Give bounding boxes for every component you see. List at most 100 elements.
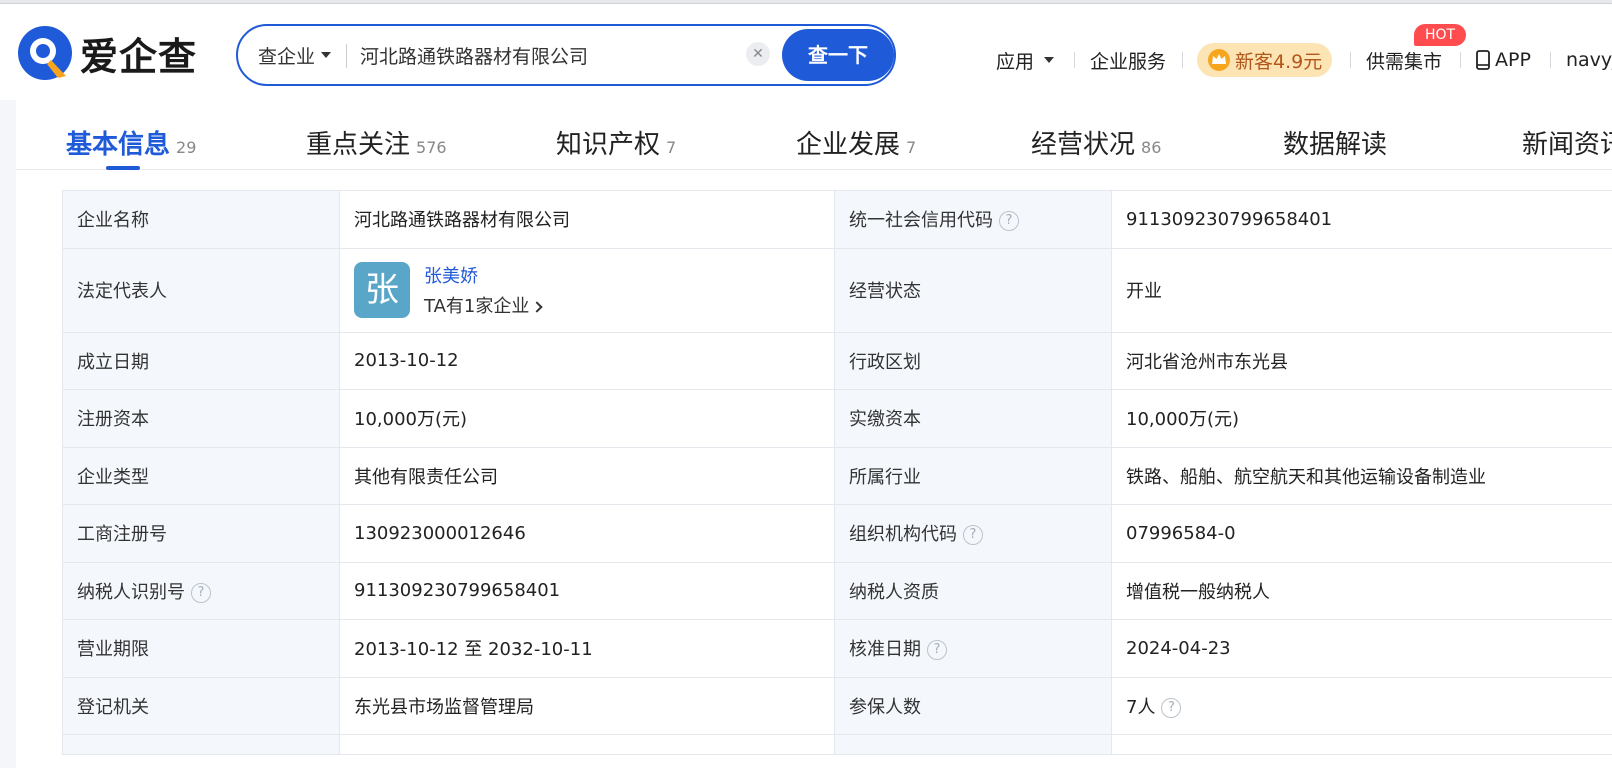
legal-rep-companies-link[interactable]: TA有1家企业: [424, 292, 544, 318]
tab-bar: 基本信息 29 重点关注 576 知识产权 7 企业发展 7 经营状况 86 数…: [16, 100, 1612, 170]
nav-divider: [1074, 52, 1075, 68]
field-label: 核准日期: [849, 639, 921, 661]
field-value: 增值税一般纳税人: [1111, 561, 1612, 620]
table-row: 注册资本 10,000万(元) 实缴资本 10,000万(元): [62, 389, 1612, 448]
nav-promo-label: 新客4.9元: [1235, 50, 1323, 73]
search-box: 查企业 ✕ 查一下: [236, 24, 960, 86]
tab-count: 29: [176, 138, 197, 157]
table-row-partial: [62, 734, 1612, 755]
legal-rep-info: 张美娇 TA有1家企业: [424, 262, 544, 318]
tab-label: 数据解读: [1283, 130, 1388, 160]
field-label: 注册资本: [62, 389, 340, 448]
tab-label: 重点关注: [306, 130, 411, 160]
question-icon[interactable]: ?: [963, 525, 983, 546]
main-content: 基本信息 29 重点关注 576 知识产权 7 企业发展 7 经营状况 86 数…: [16, 100, 1612, 768]
table-row: 法定代表人 张 张美娇 TA有1家企业 经营状态 开业: [62, 247, 1612, 333]
field-value: 911309230799658401: [339, 561, 835, 620]
field-value: 10,000万(元): [1111, 389, 1612, 448]
brand-logo[interactable]: 爱企查: [16, 24, 197, 82]
search-type-select[interactable]: 查企业: [258, 26, 332, 84]
field-value: 07996584-0: [1111, 504, 1612, 563]
logo-q-icon: [18, 26, 72, 80]
nav-app-label: APP: [1495, 49, 1531, 71]
tab-basic-info[interactable]: 基本信息 29: [66, 124, 196, 161]
avatar[interactable]: 张: [354, 262, 410, 318]
question-icon[interactable]: ?: [927, 640, 947, 661]
legal-rep-cell: 张 张美娇 TA有1家企业: [339, 247, 835, 333]
chevron-right-icon: [531, 301, 544, 313]
nav-apps[interactable]: 应用: [996, 40, 1055, 80]
field-value-empty: [339, 734, 835, 755]
tab-count: 7: [906, 138, 917, 157]
field-value: 其他有限责任公司: [339, 446, 835, 505]
tab-news[interactable]: 新闻资讯: [1522, 124, 1612, 161]
tab-operations[interactable]: 经营状况 86: [1031, 124, 1161, 161]
caret-down-icon: [1044, 57, 1055, 63]
field-label: 登记机关: [62, 676, 340, 735]
legal-rep-companies-label: TA有1家企业: [424, 296, 530, 317]
legal-rep-name-link[interactable]: 张美娇: [424, 262, 541, 288]
table-row: 登记机关 东光县市场监督管理局 参保人数 7人?: [62, 676, 1612, 735]
table-row: 工商注册号 130923000012646 组织机构代码? 07996584-0: [62, 504, 1612, 563]
field-label-with-help: 核准日期?: [834, 619, 1112, 678]
tab-ip[interactable]: 知识产权 7: [556, 124, 676, 161]
field-label: 经营状态: [834, 247, 1112, 333]
legal-rep: 张 张美娇 TA有1家企业: [354, 262, 820, 318]
brand-name: 爱企查: [80, 34, 198, 79]
field-label: 企业名称: [62, 190, 340, 249]
search-button[interactable]: 查一下: [782, 29, 894, 81]
field-label: 统一社会信用代码: [849, 210, 993, 232]
field-label: 行政区划: [834, 331, 1112, 390]
field-label: 实缴资本: [834, 389, 1112, 448]
field-value: 10,000万(元): [339, 389, 835, 448]
nav-services[interactable]: 企业服务: [1090, 40, 1166, 80]
field-label: 纳税人识别号: [77, 581, 185, 603]
question-icon[interactable]: ?: [1161, 697, 1182, 718]
field-label: 法定代表人: [62, 247, 340, 333]
tab-label: 知识产权: [556, 130, 661, 160]
phone-icon: [1476, 50, 1490, 70]
field-value: 河北省沧州市东光县: [1111, 331, 1612, 390]
search-type-label: 查企业: [258, 45, 316, 68]
tab-count: 7: [666, 138, 677, 157]
question-icon[interactable]: ?: [191, 582, 211, 603]
field-label-empty: [834, 734, 1112, 755]
basic-info-table: 企业名称 河北路通铁路器材有限公司 统一社会信用代码? 911309230799…: [62, 190, 1612, 755]
nav-apps-label: 应用: [996, 50, 1035, 73]
nav-divider: [1460, 52, 1461, 68]
tab-count: 86: [1141, 138, 1162, 157]
nav-divider: [1550, 52, 1551, 68]
tab-development[interactable]: 企业发展 7: [796, 124, 916, 161]
tab-label: 企业发展: [796, 130, 901, 160]
question-icon[interactable]: ?: [999, 211, 1019, 232]
tab-data-insights[interactable]: 数据解读: [1283, 124, 1387, 161]
tab-count: 576: [416, 138, 447, 157]
field-label: 参保人数: [834, 676, 1112, 735]
tab-label: 基本信息: [66, 130, 171, 160]
field-label: 纳税人资质: [834, 561, 1112, 620]
tab-key-concerns[interactable]: 重点关注 576: [306, 124, 447, 161]
field-value: 开业: [1111, 247, 1612, 333]
field-value: 7人: [1126, 696, 1156, 718]
table-row: 企业类型 其他有限责任公司 所属行业 铁路、船舶、航空航天和其他运输设备制造业: [62, 446, 1612, 505]
field-label-with-help: 统一社会信用代码?: [834, 190, 1112, 249]
field-label: 营业期限: [62, 619, 340, 678]
hot-badge: HOT: [1414, 24, 1466, 46]
table-row: 企业名称 河北路通铁路器材有限公司 统一社会信用代码? 911309230799…: [62, 190, 1612, 249]
table-row: 营业期限 2013-10-12 至 2032-10-11 核准日期? 2024-…: [62, 619, 1612, 678]
nav-user[interactable]: navyj: [1566, 40, 1612, 80]
nav-app[interactable]: APP: [1475, 40, 1531, 80]
field-value: 东光县市场监督管理局: [339, 676, 835, 735]
tab-label: 新闻资讯: [1522, 130, 1612, 160]
nav-promo[interactable]: 新客4.9元: [1197, 43, 1333, 77]
field-value-with-help: 7人?: [1111, 676, 1612, 735]
table-row: 纳税人识别号? 911309230799658401 纳税人资质 增值税一般纳税…: [62, 561, 1612, 620]
search-divider: [346, 44, 347, 68]
field-label: 成立日期: [62, 331, 340, 390]
field-value: 130923000012646: [339, 504, 835, 563]
close-icon[interactable]: ✕: [746, 42, 770, 66]
tab-label: 经营状况: [1031, 130, 1136, 160]
nav-market[interactable]: 供需集市: [1366, 40, 1442, 80]
field-value: 2013-10-12 至 2032-10-11: [339, 619, 835, 678]
table-row: 成立日期 2013-10-12 行政区划 河北省沧州市东光县: [62, 331, 1612, 390]
